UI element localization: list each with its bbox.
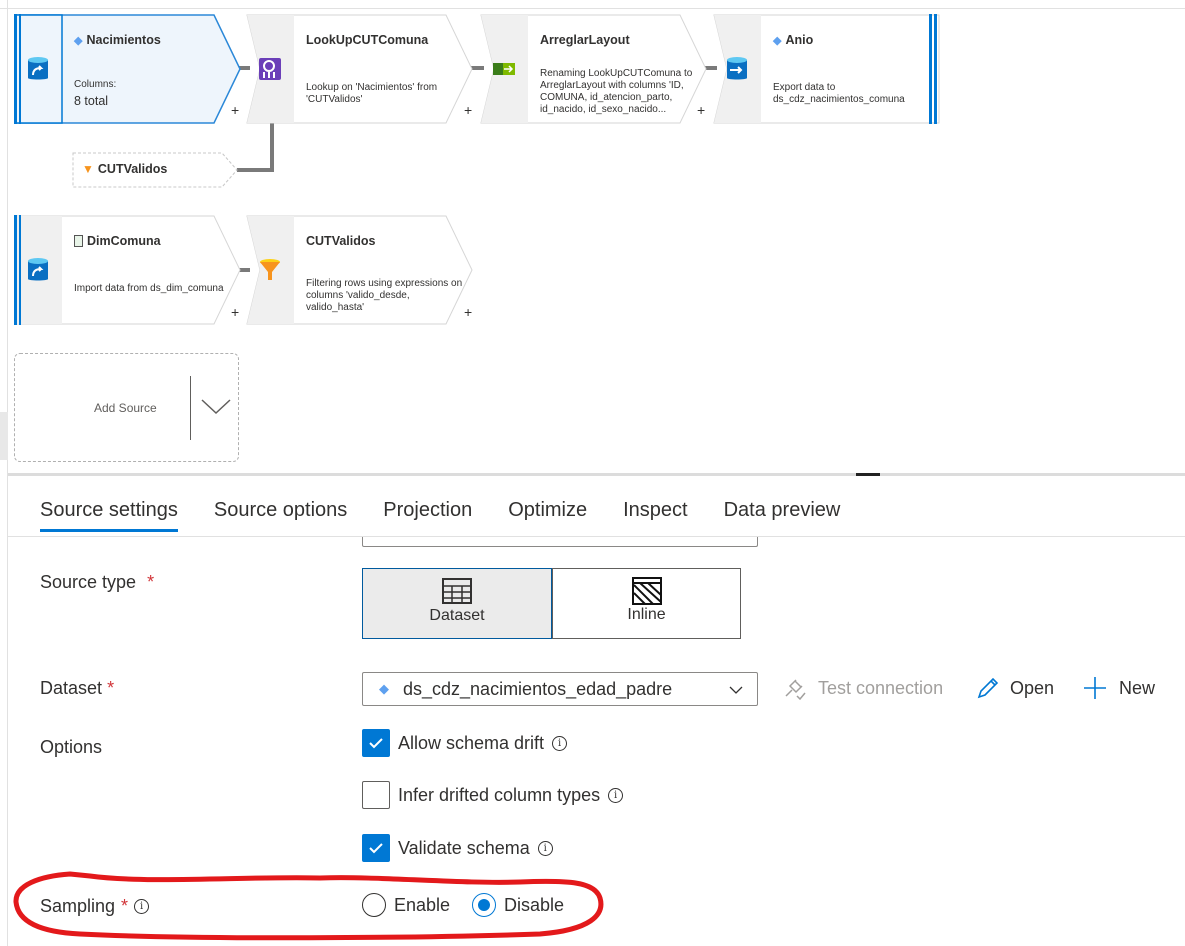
- dataflow-node-arreglarlayout[interactable]: ArreglarLayout Renaming LookUpCUTComuna …: [480, 14, 708, 124]
- source-database-icon: [28, 258, 48, 281]
- source-type-label: Source type *: [40, 572, 155, 592]
- info-icon[interactable]: i: [608, 787, 624, 803]
- source-type-inline-button[interactable]: Inline: [552, 568, 741, 639]
- dataset-label: Dataset *: [40, 678, 115, 698]
- node-description: Export data to ds_cdz_nacimientos_comuna: [773, 82, 905, 105]
- dataflow-node-cutvalidos[interactable]: CUTValidos Filtering rows using expressi…: [246, 215, 474, 325]
- tab-source-options[interactable]: Source options: [214, 499, 347, 532]
- node-description: Renaming LookUpCUTComuna to ArreglarLayo…: [540, 68, 693, 115]
- dataset-option-label: Dataset: [429, 607, 485, 624]
- info-icon[interactable]: i: [537, 840, 553, 856]
- checkbox-checked[interactable]: [362, 729, 390, 757]
- test-connection-button[interactable]: Test connection: [782, 676, 943, 700]
- tab-data-preview[interactable]: Data preview: [724, 499, 841, 532]
- source-type-dataset-button[interactable]: Dataset: [362, 568, 552, 639]
- canvas-scroll-handle[interactable]: [0, 412, 8, 460]
- node-title: CUTValidos: [306, 234, 376, 248]
- select-icon: [493, 63, 515, 75]
- add-transform-button[interactable]: +: [231, 102, 239, 118]
- node-desc-label: Columns:: [74, 79, 117, 90]
- tab-inspect[interactable]: Inspect: [623, 499, 687, 532]
- panel-splitter[interactable]: [8, 473, 1185, 476]
- new-dataset-button[interactable]: New: [1083, 676, 1155, 700]
- chevron-down-icon: [729, 686, 743, 694]
- add-transform-button[interactable]: +: [464, 102, 472, 118]
- connector-line: [270, 122, 274, 172]
- checkbox-unchecked[interactable]: [362, 781, 390, 809]
- node-description: Lookup on 'Nacimientos' from 'CUTValidos…: [306, 82, 438, 105]
- add-transform-button[interactable]: +: [464, 304, 472, 320]
- plus-icon: [1084, 677, 1106, 699]
- inline-option-label: Inline: [627, 606, 666, 623]
- radio-button-selected[interactable]: [472, 893, 496, 917]
- infer-drifted-column-types-checkbox[interactable]: Infer drifted column types i: [362, 781, 624, 809]
- dataset-select[interactable]: ◆ ds_cdz_nacimientos_edad_padre: [362, 672, 758, 706]
- dataset-icon: ◆: [379, 681, 389, 696]
- sampling-label: Sampling * i: [40, 896, 150, 917]
- source-database-icon: [28, 57, 48, 80]
- canvas-top-border: [0, 8, 1185, 9]
- node-title: Nacimientos: [86, 33, 161, 47]
- connector-line: [237, 168, 274, 172]
- splitter-handle[interactable]: [856, 473, 880, 476]
- options-label: Options: [40, 737, 103, 757]
- node-description: Import data from ds_dim_comuna: [74, 283, 224, 294]
- tab-projection[interactable]: Projection: [383, 499, 472, 532]
- dataflow-node-nacimientos[interactable]: ◆ Nacimientos Columns: 8 total: [14, 14, 242, 124]
- reference-node-title: CUTValidos: [97, 162, 168, 176]
- divider: [190, 376, 191, 440]
- validate-schema-checkbox[interactable]: Validate schema i: [362, 834, 553, 862]
- radio-button[interactable]: [362, 893, 386, 917]
- dataset-value: ds_cdz_nacimientos_edad_padre: [403, 678, 673, 699]
- node-title: ArreglarLayout: [540, 33, 630, 47]
- reference-node-cutvalidos[interactable]: ▼ CUTValidos: [72, 152, 240, 188]
- sink-database-icon: [727, 57, 747, 80]
- inline-hatch-icon: [631, 577, 662, 605]
- sampling-enable-radio[interactable]: Enable: [362, 893, 450, 917]
- csv-file-icon: [74, 235, 83, 247]
- description-textarea[interactable]: [362, 537, 758, 547]
- node-title: LookUpCUTComuna: [306, 33, 429, 47]
- info-icon[interactable]: i: [134, 899, 150, 914]
- table-icon: [442, 578, 472, 604]
- filter-icon: ▼: [82, 162, 94, 176]
- dataflow-node-dimcomuna[interactable]: DimComuna Import data from ds_dim_comuna: [14, 215, 242, 325]
- info-icon[interactable]: i: [552, 735, 568, 751]
- add-source-button[interactable]: Add Source: [14, 353, 239, 462]
- tab-source-settings[interactable]: Source settings: [40, 499, 178, 532]
- sampling-disable-radio[interactable]: Disable: [472, 893, 564, 917]
- filter-icon: [260, 259, 280, 280]
- dataset-icon: ◆: [74, 34, 83, 47]
- checkbox-checked[interactable]: [362, 834, 390, 862]
- add-transform-button[interactable]: +: [697, 102, 705, 118]
- tab-optimize[interactable]: Optimize: [508, 499, 587, 532]
- dataflow-node-lookupcutcomuna[interactable]: LookUpCUTComuna Lookup on 'Nacimientos' …: [246, 14, 474, 124]
- node-title: Anio: [785, 33, 814, 47]
- allow-schema-drift-checkbox[interactable]: Allow schema drift i: [362, 729, 568, 757]
- add-transform-button[interactable]: +: [231, 304, 239, 320]
- plug-icon: [785, 679, 806, 700]
- node-desc-value: 8 total: [74, 94, 109, 108]
- lookup-icon: [259, 58, 281, 80]
- node-title: DimComuna: [87, 234, 161, 248]
- dataset-icon: ◆: [773, 34, 782, 47]
- add-source-label: Add Source: [94, 401, 157, 415]
- settings-tabs: Source settings Source options Projectio…: [40, 499, 876, 532]
- chevron-down-icon[interactable]: [201, 398, 231, 416]
- pencil-icon: [977, 677, 999, 699]
- open-dataset-button[interactable]: Open: [976, 676, 1054, 700]
- dataflow-node-anio[interactable]: ◆ Anio Export data to ds_cdz_nacimientos_…: [713, 14, 941, 124]
- node-description: Filtering rows using expressions on colu…: [306, 278, 463, 313]
